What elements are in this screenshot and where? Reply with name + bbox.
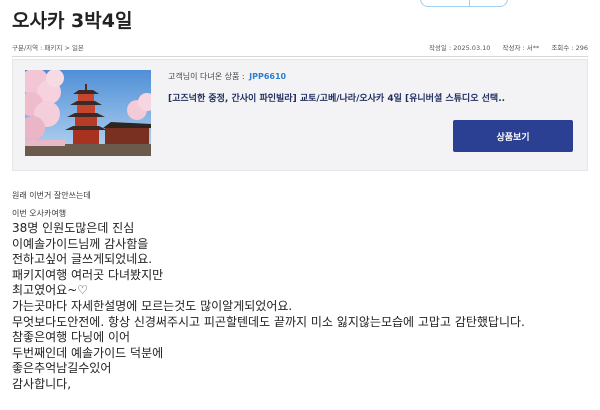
visited-product-label: 고객님이 다녀온 상품 : (168, 72, 245, 81)
visited-product-line: 고객님이 다녀온 상품 : JPP6610 (168, 71, 573, 82)
review-line: 패키지여행 여러곳 다녀봤지만 (12, 267, 164, 282)
divider (12, 56, 588, 57)
post-author: 작성자 : 서** (502, 44, 540, 52)
review-line: 무엇보다도안전에. 항상 신경써주시고 피곤할텐데도 끝까지 미소 잃지않는모습… (12, 314, 525, 329)
product-name-link[interactable]: [고즈넉한 중정, 간사이 파인빌라] 교토/고베/나라/오사카 4일 [유니버… (168, 91, 573, 104)
post-meta: 작성일 : 2025.03.10 작성자 : 서** 조회수 : 296 (419, 42, 588, 52)
page-title: 오사카 3박4일 (12, 10, 133, 32)
review-line: 38명 인원도많은데 진심 (12, 221, 135, 235)
review-line: 참좋은여행 다닝에 이어 (12, 330, 131, 345)
review-line: 전하고싶어 글쓰게되었네요. (12, 252, 153, 267)
view-product-button[interactable]: 상품보기 (453, 120, 573, 152)
post-date: 작성일 : 2025.03.10 (428, 44, 491, 52)
product-code[interactable]: JPP6610 (249, 72, 286, 81)
breadcrumb: 구분/지역 : 패키지 > 일본 (12, 44, 84, 52)
review-line: 가는곳마다 자세한설명에 모르는것도 많이알게되었어요. (12, 298, 293, 313)
meta-row: 구분/지역 : 패키지 > 일본 작성일 : 2025.03.10 작성자 : … (12, 42, 588, 54)
product-thumbnail[interactable] (25, 70, 151, 156)
pagoda-cherry-blossom-image (25, 70, 151, 156)
review-body: 38명 인원도많은데 진심 이예솔가이드님께 감사함을 전하고싶어 글쓰게되었네… (12, 221, 594, 393)
header-decoration (420, 0, 508, 7)
post-views: 조회수 : 296 (551, 44, 588, 52)
review-intro: 원래 이번거 잘안쓰는데 이번 오사카여행 (12, 187, 91, 223)
review-line: 이예솔가이드님께 감사함을 (12, 236, 149, 251)
product-card: 고객님이 다녀온 상품 : JPP6610 [고즈넉한 중정, 간사이 파인빌라… (12, 59, 588, 171)
review-line: 두번째인데 예솔가이드 덕분에 (12, 345, 164, 360)
review-intro-line: 원래 이번거 잘안쓰는데 (12, 191, 91, 200)
review-line: 최고였어요~♡ (12, 283, 89, 298)
review-line: 좋은추억남길수있어 (12, 361, 112, 376)
product-info: 고객님이 다녀온 상품 : JPP6610 [고즈넉한 중정, 간사이 파인빌라… (168, 71, 573, 104)
review-line: 감사합니다, (12, 376, 72, 391)
header-decoration-line (469, 0, 478, 6)
